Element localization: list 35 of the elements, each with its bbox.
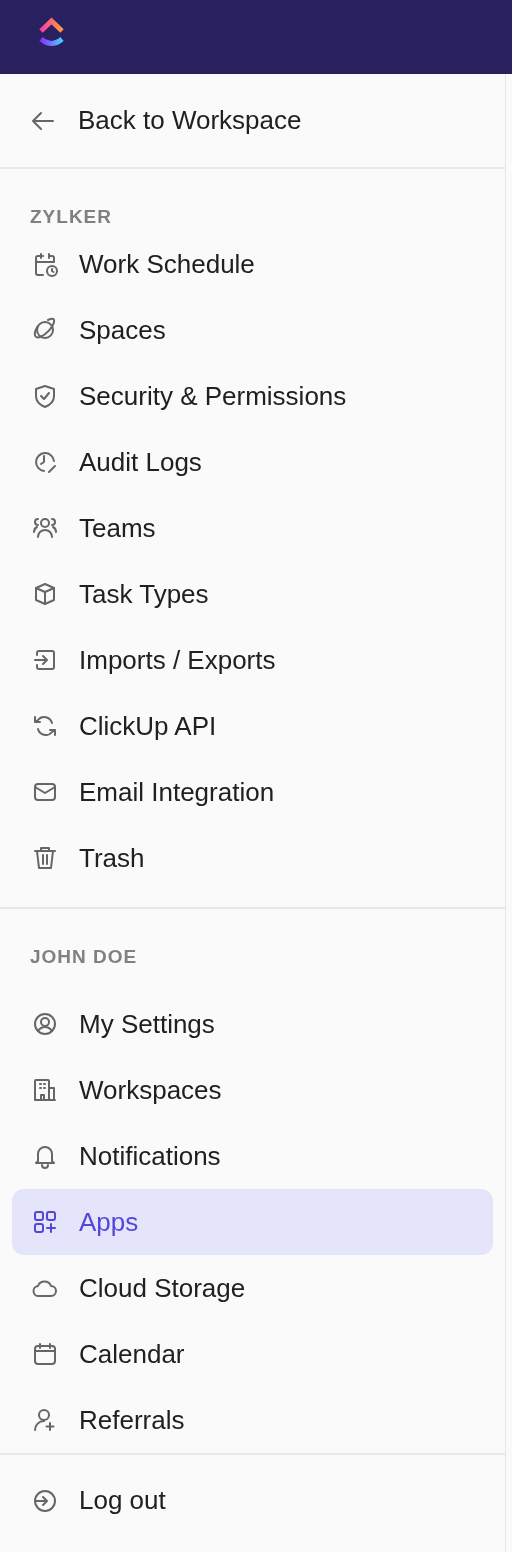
back-link[interactable]: Back to Workspace [18,90,314,151]
section-title: JOHN DOE [30,945,139,969]
logout-button[interactable]: Log out [12,1467,493,1534]
people-icon [32,515,58,541]
sidebar-item[interactable]: Work Schedule [12,231,493,297]
sidebar-item[interactable]: Apps [12,1189,493,1255]
sidebar-item[interactable]: Teams [12,495,493,561]
sidebar-item[interactable]: Imports / Exports [12,627,493,693]
sidebar-item[interactable]: Audit Logs [12,429,493,495]
sidebar-item[interactable]: Task Types [12,561,493,627]
clock-pencil-icon [32,449,58,475]
user-circle-icon [32,1011,58,1037]
sidebar-item[interactable]: Security & Permissions [12,363,493,429]
calendar-clock-icon [32,251,58,277]
sidebar-item[interactable]: Workspaces [12,1057,493,1123]
calendar-icon [32,1341,58,1367]
building-icon [32,1077,58,1103]
sidebar-item[interactable]: Trash [12,825,493,891]
sync-arrows-icon [32,713,58,739]
sidebar-item[interactable]: Referrals [12,1387,493,1453]
sidebar-item[interactable]: Spaces [12,297,493,363]
import-icon [32,647,58,673]
sidebar-item[interactable]: Email Integration [12,759,493,825]
sidebar-item[interactable]: My Settings [12,991,493,1057]
apps-grid-icon [32,1209,58,1235]
sidebar-item[interactable]: Calendar [12,1321,493,1387]
sidebar-item[interactable]: Notifications [12,1123,493,1189]
shield-check-icon [32,383,58,409]
bell-icon [32,1143,58,1169]
cube-icon [32,581,58,607]
trash-icon [32,845,58,871]
sidebar-item[interactable]: ClickUp API [12,693,493,759]
logout-icon [32,1487,58,1514]
section-title: ZYLKER [30,205,113,229]
sidebar-item[interactable]: Cloud Storage [12,1255,493,1321]
